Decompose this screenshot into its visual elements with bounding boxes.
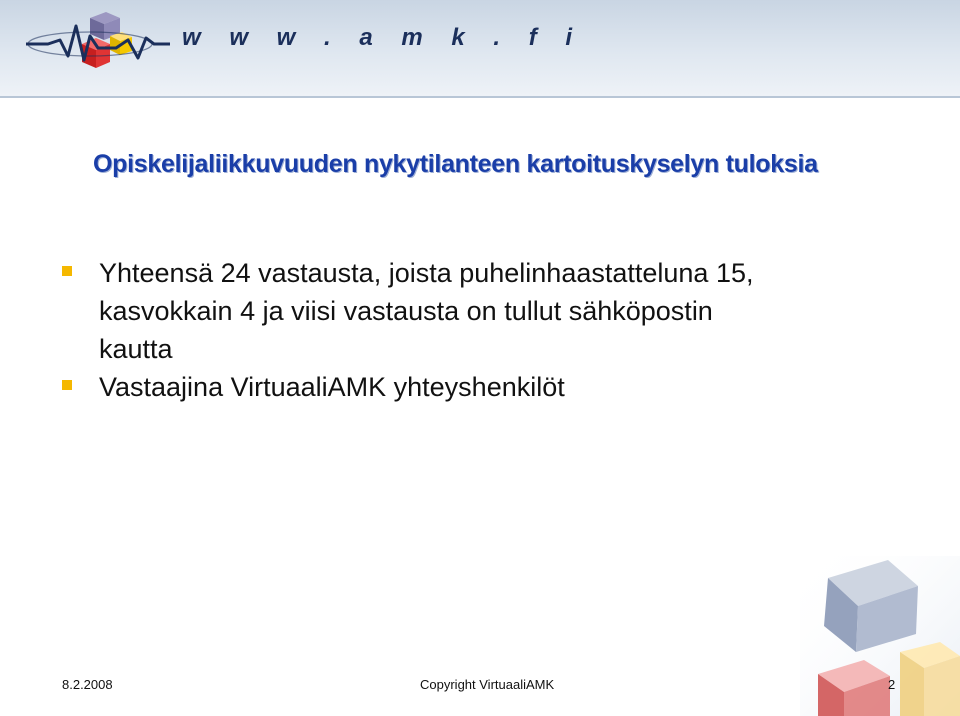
bullet-item: Vastaajina VirtuaaliAMK yhteyshenkilöt [62,368,862,406]
bullet-line: Vastaajina VirtuaaliAMK yhteyshenkilöt [99,372,565,402]
bullet-list: Yhteensä 24 vastausta, joista puhelinhaa… [62,254,862,406]
decorative-cubes-icon [800,556,960,716]
square-bullet-icon [62,380,72,390]
bullet-item: Yhteensä 24 vastausta, joista puhelinhaa… [62,254,862,368]
website-url: w w w . a m k . f i [182,24,584,51]
square-bullet-icon [62,266,72,276]
bullet-line: kasvokkain 4 ja viisi vastausta on tullu… [99,296,713,326]
amk-logo-icon [26,12,170,68]
footer-copyright: Copyright VirtuaaliAMK [420,677,555,692]
page-number: 2 [888,677,896,692]
slide-title: Opiskelijaliikkuvuuden nykytilanteen kar… [93,150,818,178]
footer-date: 8.2.2008 [62,677,113,692]
bullet-line: kautta [99,334,173,364]
header-divider [0,96,960,98]
bullet-line: Yhteensä 24 vastausta, joista puhelinhaa… [99,258,754,288]
